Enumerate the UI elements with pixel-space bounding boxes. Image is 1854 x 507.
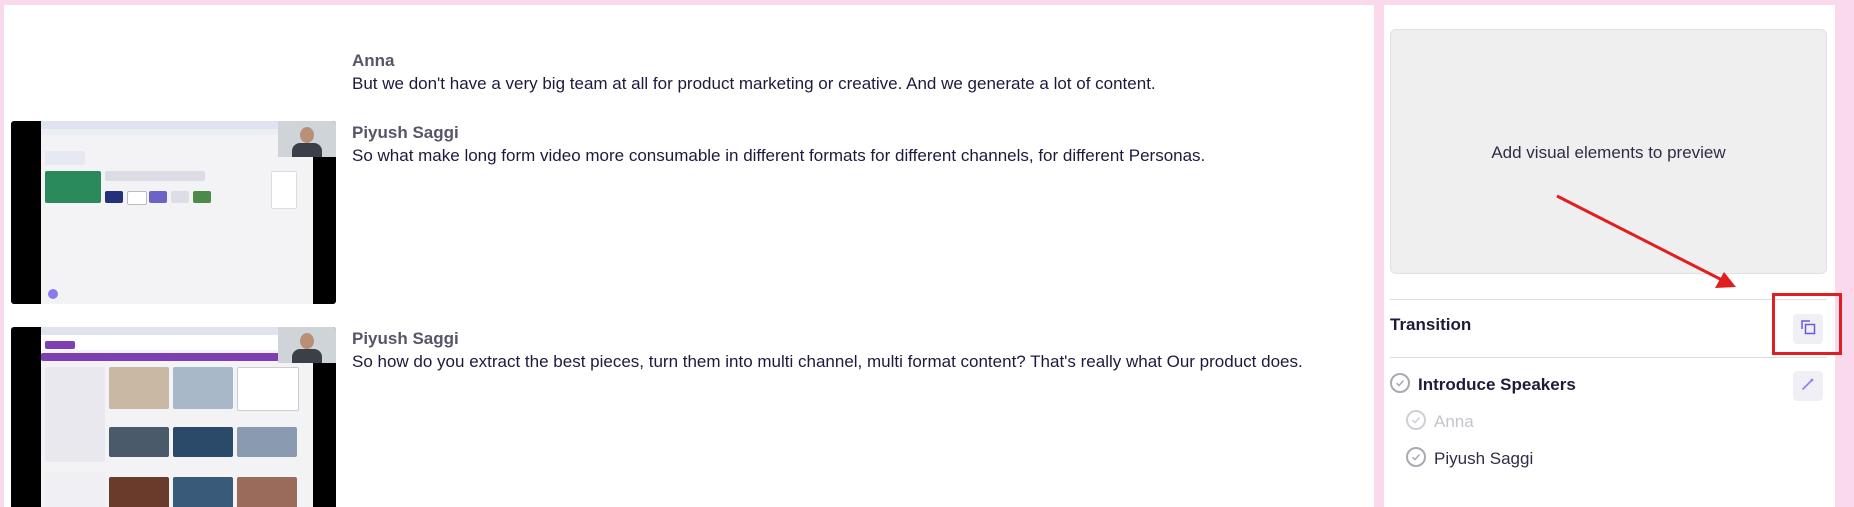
check-circle-icon[interactable]	[1406, 410, 1426, 430]
speaker-name: Piyush Saggi	[352, 123, 459, 142]
video-thumbnail[interactable]	[11, 121, 336, 304]
check-circle-icon[interactable]	[1406, 447, 1426, 467]
magic-wand-icon	[1800, 376, 1816, 397]
speaker-step-item[interactable]: Piyush Saggi	[1434, 449, 1533, 469]
screen-capture	[41, 121, 313, 304]
transition-label: Transition	[1390, 315, 1472, 334]
video-thumbnail[interactable]	[11, 327, 336, 507]
divider	[1390, 357, 1827, 358]
step-title: Introduce Speakers	[1418, 375, 1576, 394]
check-circle-icon[interactable]	[1390, 373, 1410, 393]
screen-capture	[41, 327, 313, 507]
utterance-text[interactable]: So how do you extract the best pieces, t…	[352, 352, 1303, 372]
transcript-panel: Anna But we don't have a very big team a…	[4, 5, 1374, 507]
preview-placeholder: Add visual elements to preview	[1491, 143, 1726, 162]
utterance-text[interactable]: So what make long form video more consum…	[352, 146, 1205, 166]
divider	[1390, 299, 1827, 300]
annotation-highlight-box	[1772, 293, 1842, 355]
speaker-step-item[interactable]: Anna	[1434, 412, 1474, 432]
presenter-camera	[278, 327, 336, 363]
speaker-name: Anna	[352, 51, 395, 70]
edit-step-button[interactable]	[1793, 371, 1823, 401]
presenter-camera	[278, 121, 336, 157]
editor-sidebar: Add visual elements to preview Transitio…	[1384, 5, 1835, 507]
window-edge	[1843, 0, 1854, 507]
speaker-name: Piyush Saggi	[352, 329, 459, 348]
utterance-text[interactable]: But we don't have a very big team at all…	[352, 74, 1156, 94]
preview-area[interactable]: Add visual elements to preview	[1390, 29, 1827, 274]
